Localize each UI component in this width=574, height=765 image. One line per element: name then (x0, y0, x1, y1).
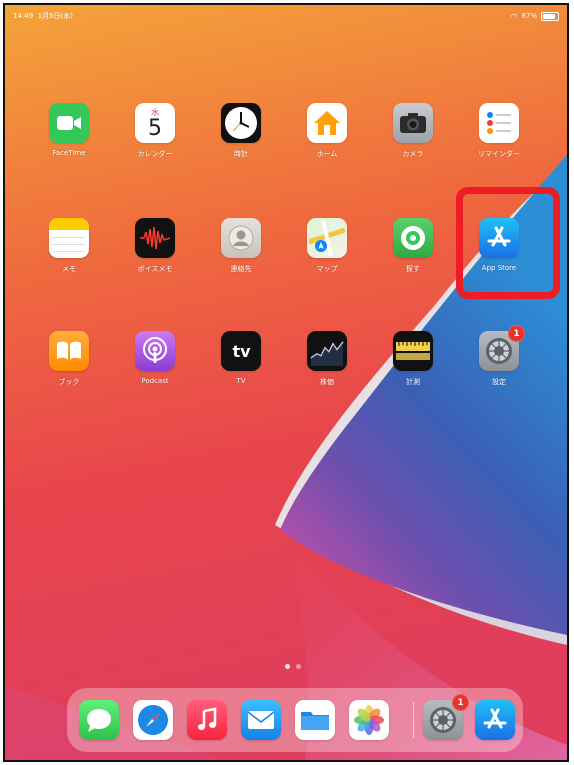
app-books[interactable]: ブック (29, 331, 109, 387)
wifi-icon: ◠ (510, 11, 518, 21)
app-label: 連絡先 (230, 265, 252, 273)
notification-badge: 1 (452, 694, 469, 711)
stocks-chart-icon (307, 331, 347, 371)
page-indicator (285, 664, 301, 669)
battery-percent: 87% (521, 12, 537, 20)
app-label: Podcast (141, 377, 169, 385)
compass-icon[interactable] (133, 700, 173, 740)
gear-icon[interactable]: 1 (423, 694, 469, 740)
screenshot-frame: 14:49 1月5日(水) ◠ 87% FaceTime 水 5 カレンダー 時… (3, 3, 569, 762)
app-findmy[interactable]: 探す (373, 218, 453, 274)
app-label: カレンダー (137, 150, 173, 158)
page-dot (296, 664, 301, 669)
app-label: 株価 (320, 378, 334, 386)
music-note-icon[interactable] (187, 700, 227, 740)
status-left: 14:49 1月5日(水) (13, 11, 73, 21)
ruler-icon (393, 331, 433, 371)
app-label: ホーム (316, 150, 338, 158)
app-contacts[interactable]: 連絡先 (201, 218, 281, 274)
speech-bubble-icon[interactable] (79, 700, 119, 740)
app-label: 時計 (234, 150, 248, 158)
apple-tv-icon: tv (221, 331, 261, 371)
app-label: マップ (316, 265, 338, 273)
page-dot-current (285, 664, 290, 669)
app-settings[interactable]: 1 設定 (459, 325, 539, 387)
photos-flower-icon[interactable] (349, 700, 389, 740)
status-bar: 14:49 1月5日(水) ◠ 87% (5, 5, 567, 27)
notification-badge: 1 (508, 325, 525, 342)
calendar-day: 5 (148, 115, 162, 141)
app-notes[interactable]: メモ (29, 218, 109, 274)
app-podcasts[interactable]: Podcast (115, 331, 195, 385)
app-label: メモ (62, 265, 76, 273)
settings-icon-wrap: 1 (479, 325, 525, 371)
reminders-list-icon (479, 103, 519, 143)
book-icon (49, 331, 89, 371)
app-calendar[interactable]: 水 5 カレンダー (115, 103, 195, 159)
status-right: ◠ 87% (510, 11, 559, 21)
house-icon (307, 103, 347, 143)
status-time: 14:49 (13, 12, 34, 20)
app-reminders[interactable]: リマインダー (459, 103, 539, 159)
app-clock[interactable]: 時計 (201, 103, 281, 159)
battery-icon (541, 11, 559, 21)
clock-icon (221, 103, 261, 143)
app-label: ボイスメモ (137, 265, 173, 273)
map-icon (307, 218, 347, 258)
calendar-icon: 水 5 (135, 103, 175, 143)
status-date: 1月5日(水) (37, 12, 74, 20)
contacts-icon (221, 218, 261, 258)
app-tv[interactable]: tv TV (201, 331, 281, 385)
notes-icon (49, 218, 89, 258)
app-facetime[interactable]: FaceTime (29, 103, 109, 157)
app-stocks[interactable]: 株価 (287, 331, 367, 387)
highlight-box (456, 187, 560, 299)
camera-icon (393, 103, 433, 143)
app-maps[interactable]: マップ (287, 218, 367, 274)
video-camera-icon (49, 103, 89, 143)
app-label: ブック (58, 378, 80, 386)
app-label: リマインダー (478, 150, 520, 158)
app-label: 計測 (406, 378, 420, 386)
app-home[interactable]: ホーム (287, 103, 367, 159)
app-camera[interactable]: カメラ (373, 103, 453, 159)
app-label: TV (236, 377, 246, 385)
dock: 1 (67, 688, 523, 752)
podcast-icon (135, 331, 175, 371)
app-label: 設定 (492, 378, 506, 386)
dock-separator (413, 702, 414, 738)
waveform-icon (135, 218, 175, 258)
find-my-icon (393, 218, 433, 258)
app-voicememos[interactable]: ボイスメモ (115, 218, 195, 274)
app-measure[interactable]: 計測 (373, 331, 453, 387)
tv-icon-text: tv (232, 341, 251, 361)
app-label: FaceTime (52, 149, 86, 157)
app-label: 探す (406, 265, 420, 273)
app-store-icon[interactable] (475, 700, 515, 740)
folder-icon[interactable] (295, 700, 335, 740)
envelope-icon[interactable] (241, 700, 281, 740)
app-label: カメラ (402, 150, 424, 158)
